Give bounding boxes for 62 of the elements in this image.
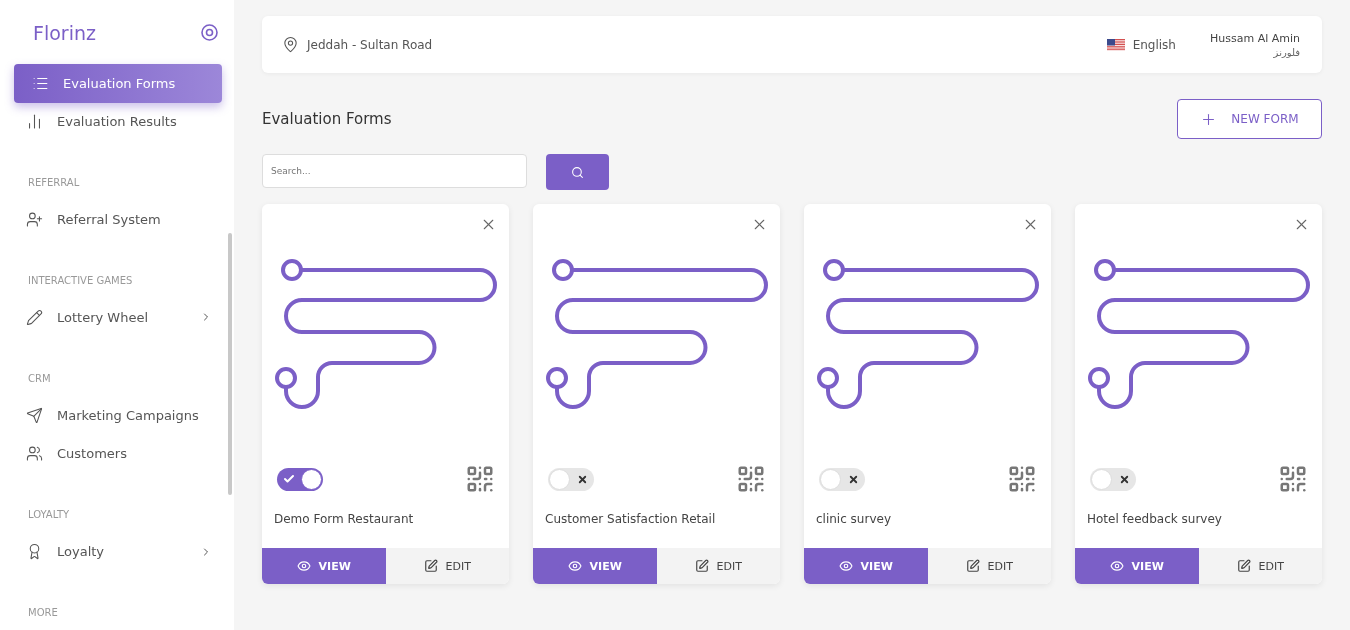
form-name: Customer Satisfaction Retail xyxy=(544,512,717,526)
search-icon xyxy=(571,165,584,179)
scrollbar[interactable] xyxy=(228,233,232,495)
form-name: clinic survey xyxy=(815,512,892,526)
location-text: Jeddah - Sultan Road xyxy=(307,37,433,52)
search-field[interactable]: Search... xyxy=(262,154,527,188)
eye-icon xyxy=(567,559,582,573)
edit-button[interactable]: EDIT xyxy=(1198,548,1322,584)
toggle-switch[interactable] xyxy=(1090,467,1136,491)
pencil-icon xyxy=(26,308,43,326)
edit-icon xyxy=(1236,559,1251,573)
edit-button[interactable]: EDIT xyxy=(927,548,1051,584)
edit-icon xyxy=(423,559,438,573)
sidebar-item[interactable]: Evaluation Forms xyxy=(14,63,222,103)
edit-icon xyxy=(965,559,980,573)
qr-code-icon[interactable] xyxy=(736,464,766,494)
form-name: Hotel feedback survey xyxy=(1086,512,1223,526)
brand-logo: Florinz xyxy=(33,21,96,44)
eye-icon xyxy=(1109,559,1124,573)
map-pin-icon xyxy=(282,36,299,53)
x-icon xyxy=(577,473,588,485)
edit-button[interactable]: EDIT xyxy=(656,548,780,584)
section-header: INTERACTIVE GAMES xyxy=(27,275,134,287)
section-header: MORE xyxy=(27,607,59,619)
edit-icon xyxy=(694,559,709,573)
eye-icon xyxy=(296,559,311,573)
sidebar-item[interactable]: Loyalty xyxy=(14,532,222,572)
toggle-switch[interactable] xyxy=(819,467,865,491)
users-icon xyxy=(26,445,43,463)
sidebar-item[interactable]: Lottery Wheel xyxy=(14,298,222,337)
sidebar-item[interactable]: Customers xyxy=(14,434,222,474)
section-header: LOYALTY xyxy=(27,509,71,521)
qr-code-icon[interactable] xyxy=(465,464,495,494)
language-selector[interactable]: English xyxy=(1132,37,1176,52)
bar-chart-icon xyxy=(26,113,43,131)
paper-plane-icon xyxy=(26,406,43,424)
view-button[interactable]: VIEW xyxy=(1075,548,1199,584)
sidebar-item[interactable]: Evaluation Results xyxy=(14,102,222,142)
sidebar-item[interactable]: Marketing Campaigns xyxy=(14,395,222,435)
new-form-button[interactable]: NEW FORM xyxy=(1177,99,1322,139)
qr-code-icon[interactable] xyxy=(1278,464,1308,494)
page-title: Evaluation Forms xyxy=(262,110,392,128)
view-button[interactable]: VIEW xyxy=(262,548,386,584)
toggle-switch[interactable] xyxy=(277,467,323,491)
eye-icon xyxy=(838,559,853,573)
target-icon[interactable] xyxy=(201,24,218,42)
user-plus-icon xyxy=(26,211,43,229)
view-button[interactable]: VIEW xyxy=(804,548,928,584)
check-icon xyxy=(283,473,295,485)
toggle-switch[interactable] xyxy=(548,467,594,491)
view-button[interactable]: VIEW xyxy=(533,548,657,584)
flag-icon xyxy=(1106,38,1125,51)
section-header: REFERRAL xyxy=(27,177,81,189)
section-header: CRM xyxy=(27,372,52,384)
x-icon xyxy=(1119,473,1130,485)
form-name: Demo Form Restaurant xyxy=(273,512,415,526)
user-subtitle: فلورنز xyxy=(1273,46,1300,58)
sidebar-item[interactable]: Referral System xyxy=(14,200,222,240)
x-icon xyxy=(848,473,859,485)
qr-code-icon[interactable] xyxy=(1007,464,1037,494)
edit-button[interactable]: EDIT xyxy=(385,548,509,584)
user-name: Hussam Al Amin xyxy=(1210,31,1300,45)
